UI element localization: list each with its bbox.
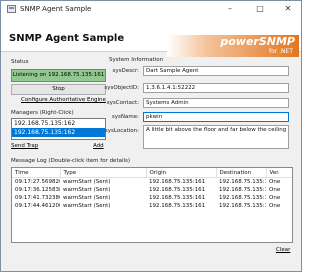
syslocation-field[interactable]: A little bit above the floor and far bel…	[143, 125, 289, 149]
minimize-button[interactable]: –	[219, 3, 241, 15]
sysdescr-field[interactable]: Dart Sample Agent	[143, 66, 289, 76]
table-header: Time Type Origin Destination Ver.	[12, 168, 292, 178]
table-row[interactable]: 09:17:36.1258380 warmStart (Sent) 192.16…	[12, 186, 292, 194]
window-title: SNMP Agent Sample	[20, 5, 92, 13]
cell-origin: 192.168.75.135:161	[149, 179, 206, 185]
system-info-label: System Information	[109, 57, 164, 63]
column-type[interactable]: Type	[60, 168, 147, 178]
cell-destination: 192.168.75.135:162	[219, 195, 266, 201]
list-item-selected[interactable]: 192.168.75.135:162	[12, 128, 105, 137]
cell-time: 09:17:36.1258380	[15, 187, 60, 193]
cell-origin: 192.168.75.135:161	[149, 195, 206, 201]
close-button[interactable]: ✕	[277, 3, 299, 15]
cell-version: One	[269, 203, 281, 209]
message-log-table[interactable]: Time Type Origin Destination Ver. 09:17:…	[11, 167, 293, 243]
syslocation-label: sysLocation:	[104, 128, 139, 134]
cell-version: One	[269, 187, 281, 193]
cell-version: One	[269, 179, 281, 185]
header-banner: SNMP Agent Sample powerSNMP for .NET	[1, 17, 301, 57]
table-row[interactable]: 09:17:44.4612005 warmStart (Sent) 192.16…	[12, 202, 292, 210]
status-label: Status	[11, 59, 29, 65]
cell-destination: 192.168.75.135:162	[219, 179, 266, 185]
clear-log-link[interactable]: Clear	[276, 247, 290, 253]
cell-time: 09:17:27.5698269	[15, 179, 60, 185]
cell-type: warmStart (Sent)	[63, 195, 111, 201]
brand-logo: powerSNMP for .NET	[167, 35, 299, 57]
message-log-label: Message Log (Double-click item for detai…	[11, 158, 131, 164]
brand-name: powerSNMP	[220, 35, 295, 48]
list-item[interactable]: 192.168.75.135:162	[12, 119, 105, 128]
page-title: SNMP Agent Sample	[9, 33, 125, 44]
cell-type: warmStart (Sent)	[63, 187, 111, 193]
title-bar: SNMP Agent Sample – □ ✕	[1, 1, 301, 17]
sysdescr-label: sysDescr:	[112, 68, 139, 74]
sysobjectid-label: sysObjectID:	[104, 85, 139, 91]
app-window: SNMP Agent Sample – □ ✕ SNMP Agent Sampl…	[0, 0, 302, 272]
app-icon	[7, 5, 16, 13]
brand-subtitle: for .NET	[268, 48, 293, 55]
listening-status: Listening on 192.168.75.135:161	[11, 69, 106, 82]
cell-destination: 192.168.75.135:162	[219, 203, 266, 209]
maximize-button[interactable]: □	[249, 3, 271, 15]
managers-list[interactable]: 192.168.75.135:162 192.168.75.135:162	[11, 118, 106, 140]
cell-origin: 192.168.75.135:161	[149, 187, 206, 193]
cell-time: 09:17:44.4612005	[15, 203, 60, 209]
column-time[interactable]: Time	[12, 168, 61, 178]
syscontact-field[interactable]: Systems Admin	[143, 98, 289, 108]
cell-time: 09:17:41.7323804	[15, 195, 60, 201]
managers-label: Managers (Right-Click)	[11, 110, 74, 116]
column-version[interactable]: Ver.	[266, 168, 292, 178]
column-origin[interactable]: Origin	[146, 168, 217, 178]
sysobjectid-field[interactable]: 1.3.6.1.4.1:52222	[143, 83, 289, 93]
cell-type: warmStart (Sent)	[63, 203, 111, 209]
cell-destination: 192.168.75.135:162	[219, 187, 266, 193]
send-trap-link[interactable]: Send Trap	[11, 143, 38, 149]
syscontact-label: sysContact:	[106, 100, 139, 106]
table-row[interactable]: 09:17:41.7323804 warmStart (Sent) 192.16…	[12, 194, 292, 202]
configure-engine-link[interactable]: Configure Authoritative Engine	[21, 97, 106, 103]
cell-origin: 192.168.75.135:161	[149, 203, 206, 209]
sysname-field[interactable]: pkwin	[143, 112, 289, 122]
add-manager-link[interactable]: Add	[93, 143, 104, 149]
stop-button[interactable]: Stop	[11, 84, 106, 95]
sysname-label: sysName:	[111, 114, 139, 120]
column-destination[interactable]: Destination	[216, 168, 267, 178]
table-row[interactable]: 09:17:27.5698269 warmStart (Sent) 192.16…	[12, 178, 292, 187]
cell-version: One	[269, 195, 281, 201]
cell-type: warmStart (Sent)	[63, 179, 111, 185]
